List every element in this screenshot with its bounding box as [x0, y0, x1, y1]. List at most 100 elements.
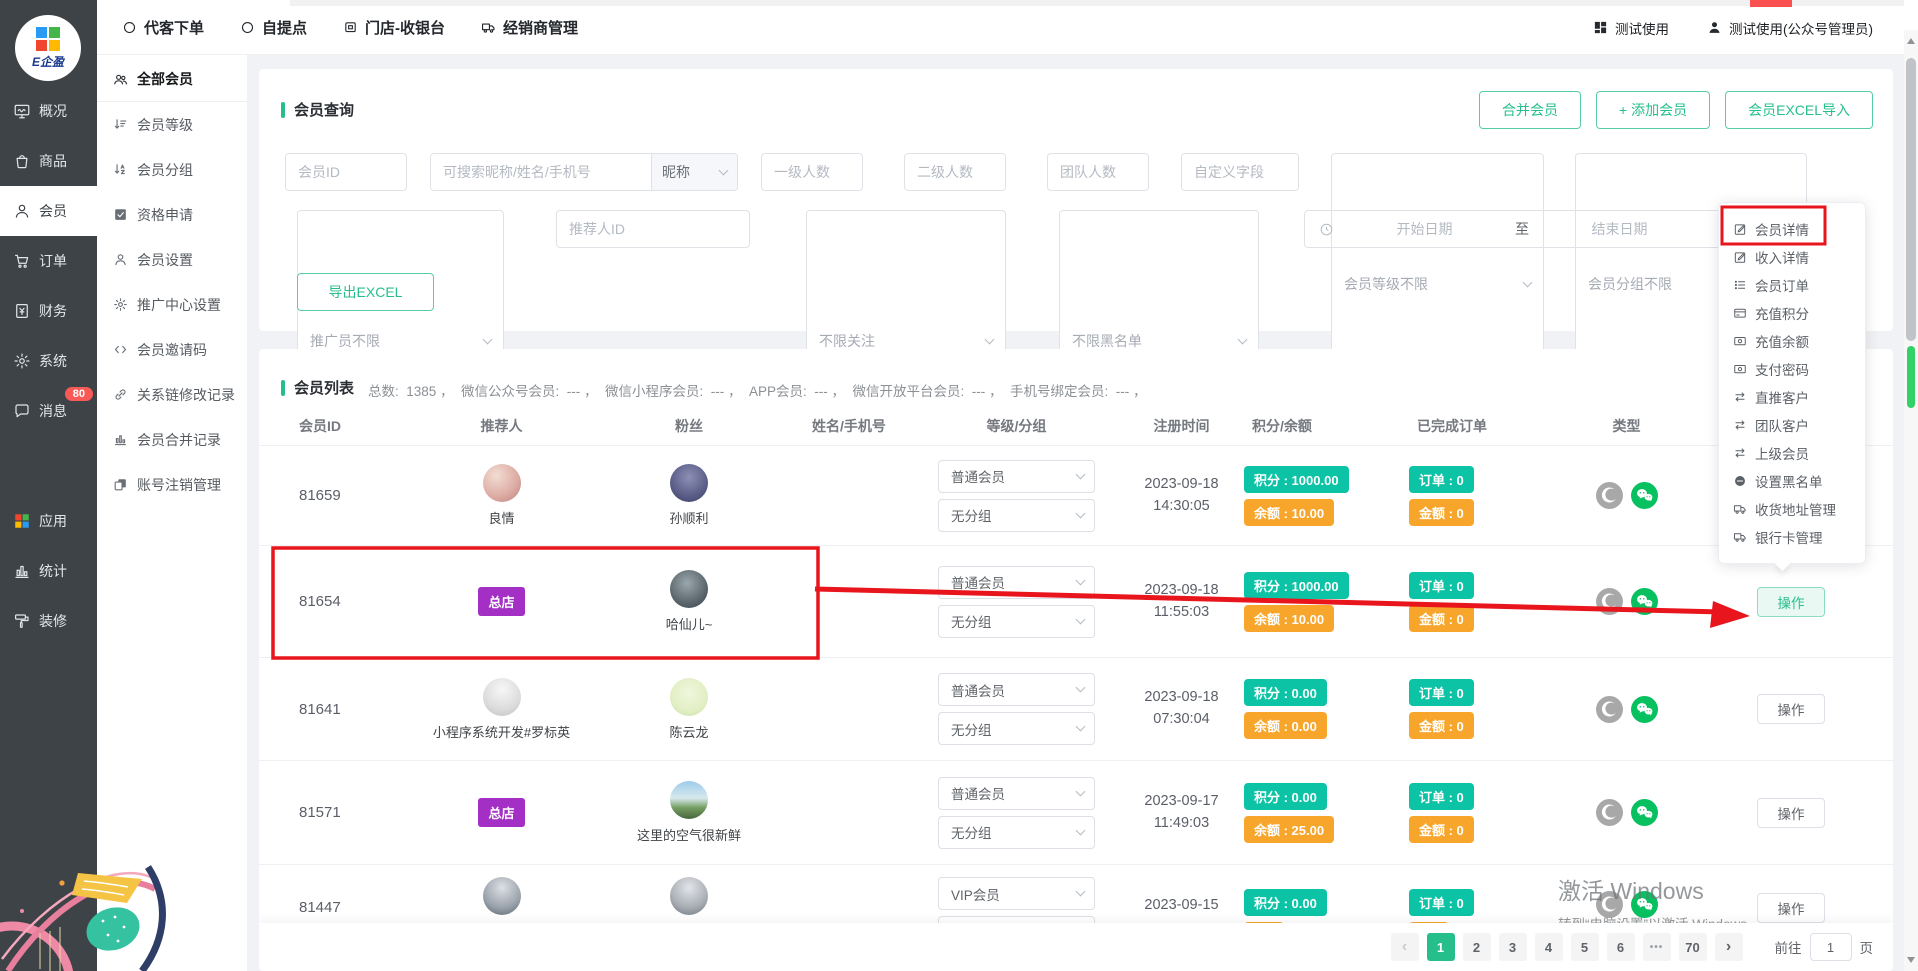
- page-button[interactable]: 6: [1607, 933, 1635, 961]
- chevron-down-icon: [719, 165, 729, 175]
- row-action-button[interactable]: 操作: [1757, 587, 1825, 617]
- end-date-input[interactable]: 结束日期: [1529, 219, 1710, 239]
- member-id-input[interactable]: [285, 153, 407, 191]
- prev-page-button[interactable]: ‹: [1391, 933, 1419, 961]
- page-button[interactable]: 70: [1679, 933, 1707, 961]
- add-member-button[interactable]: + 添加会员: [1596, 91, 1710, 129]
- nav-test-account[interactable]: 测试使用: [1593, 18, 1669, 38]
- submenu-item-relation-log[interactable]: 关系链修改记录: [97, 372, 247, 417]
- scrollbar-thumb[interactable]: [1906, 58, 1916, 341]
- submenu-item-all-members[interactable]: 全部会员: [97, 57, 247, 102]
- level-select[interactable]: 普通会员: [938, 566, 1095, 599]
- menu-item-bank-card[interactable]: 银行卡管理: [1719, 523, 1865, 551]
- page-button[interactable]: 5: [1571, 933, 1599, 961]
- menu-item-income-detail[interactable]: 收入详情: [1719, 243, 1865, 271]
- team-count-input[interactable]: [1047, 153, 1149, 191]
- group-select[interactable]: 无分组: [938, 712, 1095, 745]
- pos-icon: [343, 20, 358, 35]
- group-select[interactable]: 无分组: [938, 499, 1095, 532]
- member-id: 81659: [279, 487, 409, 504]
- level-select[interactable]: 普通会员: [938, 460, 1095, 493]
- sidebar-item-message[interactable]: 消息 80: [0, 386, 97, 436]
- open-platform-icon: [1596, 799, 1623, 826]
- level-select[interactable]: 普通会员: [938, 777, 1095, 810]
- custom-field-input[interactable]: [1181, 153, 1299, 191]
- submenu-item-member-group[interactable]: 会员分组: [97, 147, 247, 192]
- sidebar-item-finance[interactable]: 财务: [0, 286, 97, 336]
- scroll-down-arrow[interactable]: [1907, 957, 1915, 963]
- orders-badge: 订单 : 0: [1409, 572, 1474, 599]
- row-action-menu: 会员详情 收入详情 会员订单 充值积分 充值余额 支付密码 直推客户 团队客户: [1718, 202, 1866, 564]
- sidebar-item-decorate[interactable]: 装修: [0, 596, 97, 646]
- level-select[interactable]: 普通会员: [938, 673, 1095, 706]
- goto-page-input[interactable]: [1810, 933, 1852, 961]
- table-row[interactable]: 81571 总店 这里的空气很新鲜 普通会员 无分组 2023-09-1711:…: [259, 760, 1893, 864]
- submenu-item-promotion-center[interactable]: 推广中心设置: [97, 282, 247, 327]
- sidebar-item-member[interactable]: 会员: [0, 186, 97, 236]
- menu-item-shipping-address[interactable]: 收货地址管理: [1719, 495, 1865, 523]
- sidebar-item-goods[interactable]: 商品: [0, 136, 97, 186]
- open-platform-icon: [1596, 588, 1623, 615]
- submenu-item-merge-log[interactable]: 会员合并记录: [97, 417, 247, 462]
- nav-item-pickup-point[interactable]: 自提点: [240, 17, 307, 38]
- date-range-picker[interactable]: 开始日期 至 结束日期: [1304, 210, 1725, 248]
- page-button[interactable]: 3: [1499, 933, 1527, 961]
- orders-badge: 订单 : 0: [1409, 889, 1474, 916]
- sidebar-item-overview[interactable]: 概况: [0, 86, 97, 136]
- wechat-icon: [1631, 799, 1658, 826]
- submenu-item-member-settings[interactable]: 会员设置: [97, 237, 247, 282]
- sidebar-item-order[interactable]: 订单: [0, 236, 97, 286]
- row-action-button[interactable]: 操作: [1757, 893, 1825, 923]
- level1-count-input[interactable]: [761, 153, 863, 191]
- menu-item-payment-password[interactable]: 支付密码: [1719, 355, 1865, 383]
- next-page-button[interactable]: ›: [1715, 933, 1743, 961]
- page-button[interactable]: 4: [1535, 933, 1563, 961]
- search-input[interactable]: [431, 154, 651, 190]
- more-pages-button[interactable]: •••: [1643, 933, 1671, 961]
- search-type-select[interactable]: 昵称: [651, 154, 737, 190]
- top-strip: [290, 0, 1904, 6]
- sort-level-icon: [113, 117, 128, 132]
- menu-item-recharge-points[interactable]: 充值积分: [1719, 299, 1865, 327]
- table-row[interactable]: 81659 良情 孙顺利 普通会员 无分组 2023-09-1814:30:05…: [259, 445, 1893, 545]
- open-platform-icon: [1596, 482, 1623, 509]
- row-action-button[interactable]: 操作: [1757, 798, 1825, 828]
- truck-icon: [1733, 502, 1747, 516]
- start-date-input[interactable]: 开始日期: [1334, 219, 1515, 239]
- scroll-up-arrow[interactable]: [1907, 38, 1915, 44]
- group-select[interactable]: 无分组: [938, 816, 1095, 849]
- table-row[interactable]: 81641 小程序系统开发#罗标英 陈云龙 普通会员 无分组 2023-09-1…: [259, 657, 1893, 760]
- nav-item-store-cashier[interactable]: 门店-收银台: [343, 17, 445, 38]
- points-badge: 积分 : 1000.00: [1244, 572, 1349, 599]
- menu-item-upline-member[interactable]: 上级会员: [1719, 439, 1865, 467]
- sidebar-item-stats[interactable]: 统计: [0, 546, 97, 596]
- menu-item-member-detail[interactable]: 会员详情: [1719, 215, 1865, 243]
- export-excel-button[interactable]: 导出EXCEL: [297, 273, 434, 311]
- level2-count-input[interactable]: [904, 153, 1006, 191]
- menu-item-recharge-balance[interactable]: 充值余额: [1719, 327, 1865, 355]
- menu-item-team-customers[interactable]: 团队客户: [1719, 411, 1865, 439]
- row-action-button[interactable]: 操作: [1757, 694, 1825, 724]
- table-row[interactable]: 81654 总店 哈仙儿~ 普通会员 无分组 2023-09-1811:55:0…: [259, 545, 1893, 657]
- page-scrollbar[interactable]: [1904, 30, 1918, 971]
- submenu-item-qualification[interactable]: 资格申请: [97, 192, 247, 237]
- group-select[interactable]: 无分组: [938, 605, 1095, 638]
- nav-user-account[interactable]: 测试使用(公众号管理员): [1707, 18, 1873, 38]
- nav-item-distributor[interactable]: 经销商管理: [481, 17, 578, 38]
- page-button[interactable]: 1: [1427, 933, 1455, 961]
- excel-import-button[interactable]: 会员EXCEL导入: [1725, 91, 1873, 129]
- submenu-item-member-level[interactable]: 会员等级: [97, 102, 247, 147]
- page-button[interactable]: 2: [1463, 933, 1491, 961]
- nav-item-proxy-order[interactable]: 代客下单: [122, 17, 204, 38]
- menu-item-direct-customers[interactable]: 直推客户: [1719, 383, 1865, 411]
- level-select[interactable]: VIP会员: [938, 877, 1095, 910]
- submenu-item-account-cancel[interactable]: 账号注销管理: [97, 462, 247, 507]
- submenu-item-invite-code[interactable]: 会员邀请码: [97, 327, 247, 372]
- menu-item-member-orders[interactable]: 会员订单: [1719, 271, 1865, 299]
- referrer-id-input[interactable]: [556, 210, 750, 248]
- sidebar-item-system[interactable]: 系统: [0, 336, 97, 386]
- sidebar-item-apps[interactable]: 应用: [0, 496, 97, 546]
- merge-member-button[interactable]: 合并会员: [1479, 91, 1581, 129]
- menu-item-blacklist[interactable]: 设置黑名单: [1719, 467, 1865, 495]
- open-platform-icon: [1596, 696, 1623, 723]
